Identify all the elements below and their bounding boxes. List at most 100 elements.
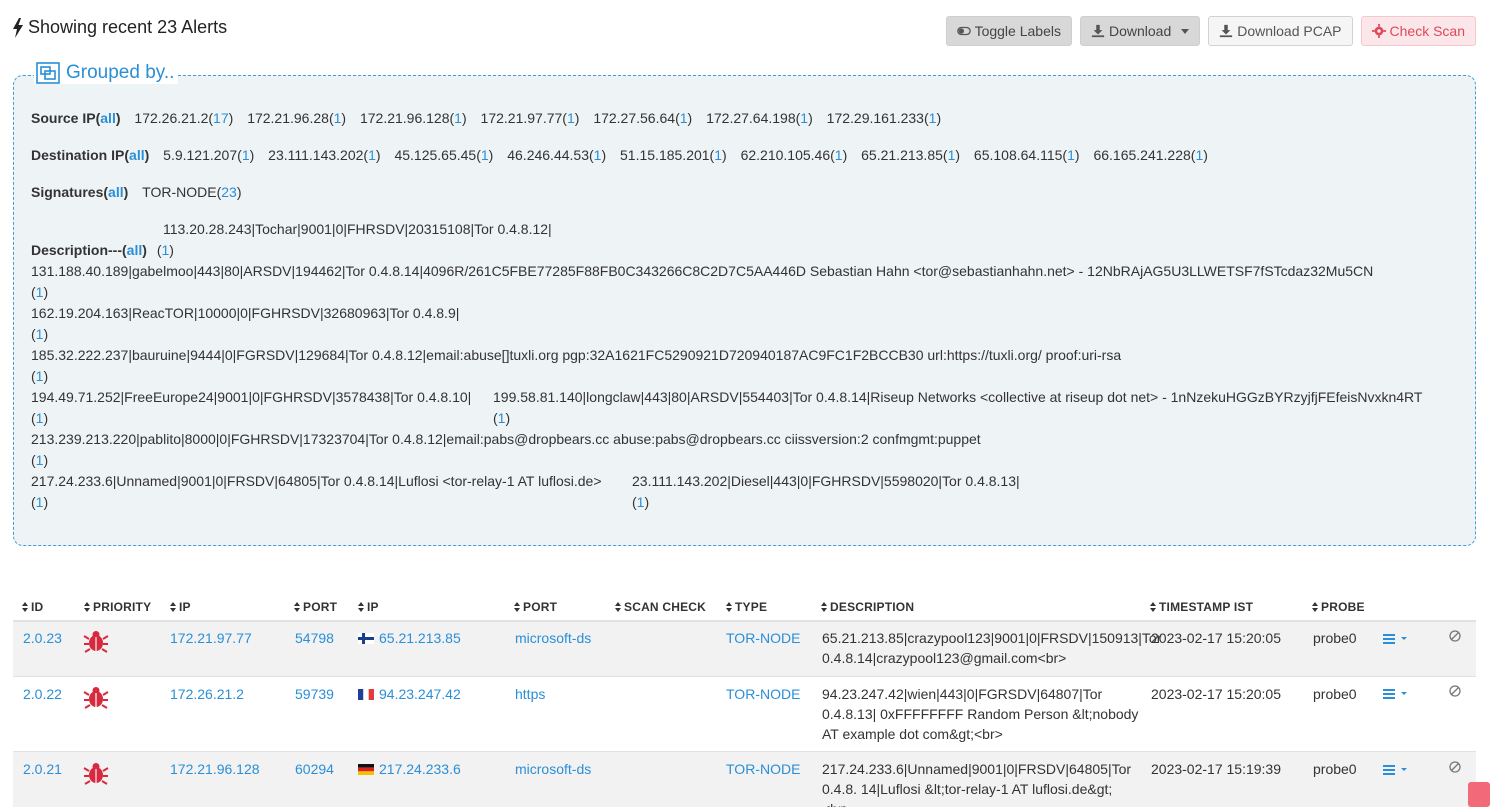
column-header-priority[interactable]: PRIORITY: [84, 600, 151, 614]
download-dropdown-button[interactable]: Download: [1079, 16, 1201, 46]
column-header-dst-port[interactable]: PORT: [514, 600, 557, 614]
source-ip-count-link[interactable]: 17: [213, 110, 229, 126]
table-row: 2.0.21 172.21.96.128 60294 217.24.233.6 …: [13, 752, 1476, 807]
description-item[interactable]: 113.20.28.243|Tochar|9001|0|FHRSDV|20315…: [163, 221, 552, 237]
destination-ip-count-link[interactable]: 1: [242, 147, 250, 163]
type-link[interactable]: TOR-NODE: [726, 686, 800, 702]
description-item[interactable]: 199.58.81.140|longclaw|443|80|ARSDV|5544…: [493, 389, 1422, 405]
destination-ip-item[interactable]: 51.15.185.201(1): [620, 147, 727, 163]
destination-port-link[interactable]: microsoft-ds: [515, 761, 591, 777]
description-item[interactable]: 23.111.143.202|Diesel|443|0|FGHRSDV|5598…: [632, 473, 1020, 489]
destination-ip-item[interactable]: 66.165.241.228(1): [1093, 147, 1207, 163]
source-ip-item[interactable]: 172.27.64.198(1): [706, 110, 813, 126]
row-menu-icon[interactable]: [1383, 764, 1409, 776]
row-menu-icon[interactable]: [1383, 688, 1409, 700]
destination-ip-count-link[interactable]: 1: [368, 147, 376, 163]
ban-icon[interactable]: [1449, 761, 1461, 773]
alert-id-link[interactable]: 2.0.22: [23, 686, 62, 702]
destination-ip-item[interactable]: 5.9.121.207(1): [163, 147, 254, 163]
column-header-src-ip[interactable]: IP: [170, 600, 191, 614]
signatures-group: Signatures(all) TOR-NODE(23): [31, 184, 242, 200]
signature-item[interactable]: TOR-NODE(23): [142, 184, 241, 200]
destination-ip-item[interactable]: 62.210.105.46(1): [741, 147, 848, 163]
column-header-dst-ip[interactable]: IP: [358, 600, 379, 614]
source-ip-count-link[interactable]: 1: [680, 110, 688, 126]
source-ip-link[interactable]: 172.21.96.128: [170, 761, 260, 777]
destination-ip-count-link[interactable]: 1: [1067, 147, 1075, 163]
signature-count-link[interactable]: 23: [221, 184, 237, 200]
destination-ip-count-link[interactable]: 1: [714, 147, 722, 163]
description-item[interactable]: 213.239.213.220|pablito|8000|0|FGHRSDV|1…: [31, 431, 981, 447]
source-ip-item[interactable]: 172.29.161.233(1): [827, 110, 941, 126]
description-item[interactable]: 194.49.71.252|FreeEurope24|9001|0|FGHRSD…: [31, 389, 471, 405]
destination-ip-count-link[interactable]: 1: [594, 147, 602, 163]
destination-ip-item[interactable]: 46.246.44.53(1): [507, 147, 606, 163]
destination-ip-item[interactable]: 45.125.65.45(1): [394, 147, 493, 163]
description-count-link[interactable]: 1: [637, 494, 645, 510]
column-header-description[interactable]: DESCRIPTION: [821, 600, 914, 614]
ban-icon[interactable]: [1449, 685, 1461, 697]
toggle-labels-button[interactable]: Toggle Labels: [945, 16, 1072, 46]
destination-ip-count-link[interactable]: 1: [1195, 147, 1203, 163]
destination-ip-count-link[interactable]: 1: [948, 147, 956, 163]
column-header-src-port[interactable]: PORT: [294, 600, 337, 614]
source-ip-item[interactable]: 172.21.96.28(1): [247, 110, 346, 126]
description-item[interactable]: 131.188.40.189|gabelmoo|443|80|ARSDV|194…: [31, 263, 1373, 279]
source-ip-all-link[interactable]: all: [100, 110, 116, 126]
source-ip-count-link[interactable]: 1: [800, 110, 808, 126]
description-count-link[interactable]: 1: [36, 494, 44, 510]
source-ip-count-link[interactable]: 1: [929, 110, 937, 126]
source-ip-count-link[interactable]: 1: [334, 110, 342, 126]
source-ip-item[interactable]: 172.21.97.77(1): [481, 110, 580, 126]
download-pcap-button[interactable]: Download PCAP: [1208, 16, 1353, 46]
ban-icon[interactable]: [1449, 630, 1461, 642]
description-count-link[interactable]: 1: [36, 326, 44, 342]
column-header-type[interactable]: TYPE: [726, 600, 767, 614]
destination-port-link[interactable]: https: [515, 686, 545, 702]
source-ip-link[interactable]: 172.26.21.2: [170, 686, 244, 702]
destination-ip-count-link[interactable]: 1: [481, 147, 489, 163]
alert-id-link[interactable]: 2.0.23: [23, 630, 62, 646]
source-ip-item[interactable]: 172.21.96.128(1): [360, 110, 467, 126]
type-link[interactable]: TOR-NODE: [726, 761, 800, 777]
source-ip-item[interactable]: 172.27.56.64(1): [593, 110, 692, 126]
description-item[interactable]: 185.32.222.237|bauruine|9444|0|FGRSDV|12…: [31, 347, 1121, 363]
destination-ip-count-link[interactable]: 1: [835, 147, 843, 163]
source-ip-count-link[interactable]: 1: [454, 110, 462, 126]
description-count-link[interactable]: 1: [36, 284, 44, 300]
description-count-link[interactable]: 1: [36, 410, 44, 426]
destination-ip-link[interactable]: 217.24.233.6: [379, 761, 461, 777]
description-all-link[interactable]: all: [127, 242, 143, 258]
destination-ip-link[interactable]: 94.23.247.42: [379, 686, 461, 702]
column-header-probe[interactable]: PROBE: [1312, 600, 1365, 614]
destination-ip-item[interactable]: 65.108.64.115(1): [974, 147, 1080, 163]
probe-cell: probe0: [1313, 630, 1357, 646]
description-count: (1): [156, 242, 174, 258]
type-link[interactable]: TOR-NODE: [726, 630, 800, 646]
description-count-link[interactable]: 1: [36, 452, 44, 468]
destination-ip-link[interactable]: 65.21.213.85: [379, 630, 461, 646]
source-port-link[interactable]: 54798: [295, 630, 334, 646]
source-ip-item[interactable]: 172.26.21.2(17): [134, 110, 233, 126]
signatures-all-link[interactable]: all: [108, 184, 124, 200]
description-count-link[interactable]: 1: [161, 242, 169, 258]
column-header-scan-check[interactable]: SCAN CHECK: [615, 600, 706, 614]
description-count-link[interactable]: 1: [498, 410, 506, 426]
destination-ip-item[interactable]: 23.111.143.202(1): [268, 147, 380, 163]
destination-port-link[interactable]: microsoft-ds: [515, 630, 591, 646]
column-header-id[interactable]: ID: [22, 600, 43, 614]
source-ip-link[interactable]: 172.21.97.77: [170, 630, 252, 646]
source-port-link[interactable]: 60294: [295, 761, 334, 777]
column-header-timestamp[interactable]: TIMESTAMP IST: [1150, 600, 1253, 614]
description-item[interactable]: 217.24.233.6|Unnamed|9001|0|FRSDV|64805|…: [31, 473, 602, 489]
description-item[interactable]: 162.19.204.163|ReacTOR|10000|0|FGHRSDV|3…: [31, 305, 459, 321]
destination-ip-all-link[interactable]: all: [129, 147, 145, 163]
destination-ip-item[interactable]: 65.21.213.85(1): [861, 147, 960, 163]
alert-id-link[interactable]: 2.0.21: [23, 761, 62, 777]
row-menu-icon[interactable]: [1383, 633, 1409, 645]
check-scan-button[interactable]: Check Scan: [1360, 16, 1476, 46]
description-count-link[interactable]: 1: [36, 368, 44, 384]
source-port-link[interactable]: 59739: [295, 686, 334, 702]
scroll-to-top-button[interactable]: [1468, 782, 1490, 807]
source-ip-count-link[interactable]: 1: [567, 110, 575, 126]
